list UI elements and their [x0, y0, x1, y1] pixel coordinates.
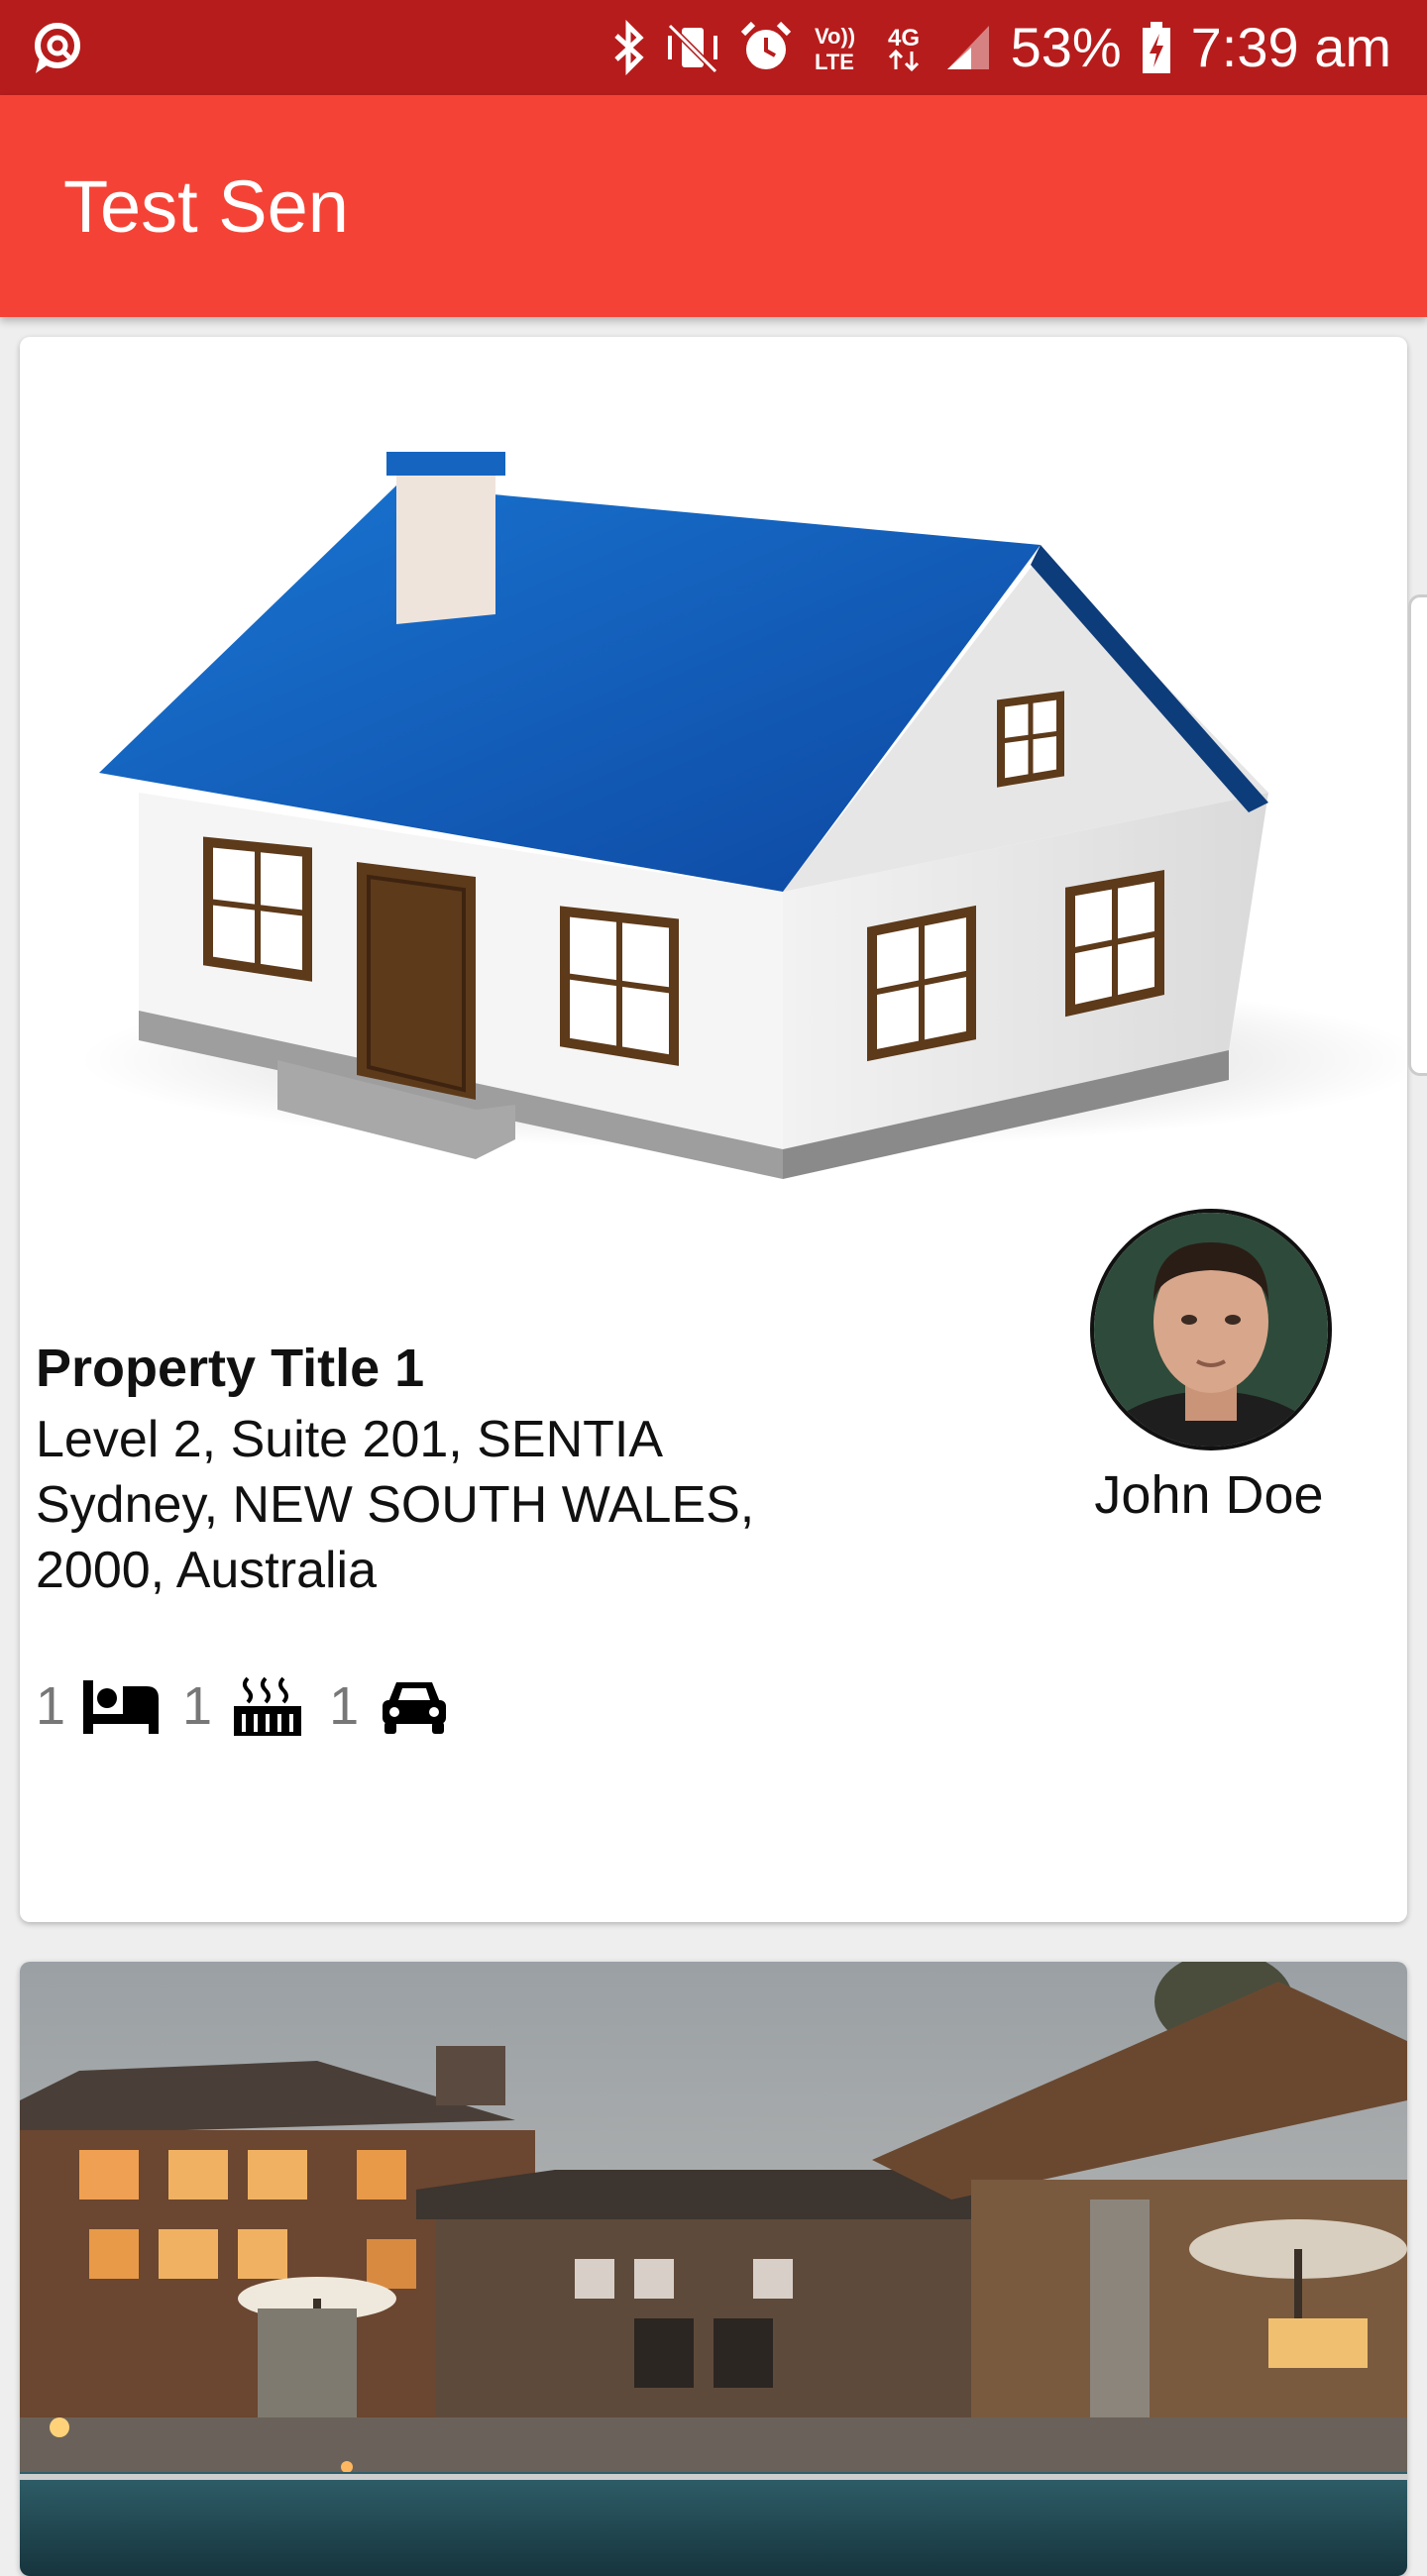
battery-charging-icon — [1142, 22, 1170, 73]
signal-icon — [946, 26, 989, 69]
battery-percent: 53% — [1010, 16, 1122, 78]
property-card[interactable] — [20, 1962, 1407, 2576]
address-line: Sydney, NEW SOUTH WALES, — [36, 1476, 755, 1534]
agent-name: John Doe — [1094, 1465, 1324, 1525]
property-address: Level 2, Suite 201, SENTIA Sydney, NEW S… — [36, 1407, 928, 1603]
vibrate-icon — [667, 23, 717, 74]
status-bar: Vo)) LTE 4G 53% 7:39 am — [0, 0, 1427, 95]
property-features: 1 1 1 — [36, 1674, 462, 1738]
bedroom-count: 1 — [36, 1676, 66, 1736]
side-drawer-handle[interactable] — [1408, 594, 1427, 1076]
bathroom-count: 1 — [182, 1676, 213, 1736]
svg-text:Vo)): Vo)) — [815, 24, 855, 49]
clock: 7:39 am — [1190, 16, 1391, 78]
parking-count: 1 — [329, 1676, 360, 1736]
app-title: Test Sen — [63, 165, 349, 248]
alarm-icon — [740, 21, 791, 69]
address-line: 2000, Australia — [36, 1542, 378, 1599]
volte-icon: Vo)) LTE — [815, 24, 855, 74]
app-bar: Test Sen — [0, 95, 1427, 317]
property-card[interactable]: John Doe Property Title 1 Level 2, Suite… — [20, 337, 1407, 1922]
svg-text:4G: 4G — [888, 25, 920, 52]
property-image — [20, 1962, 1407, 2576]
4g-icon: 4G — [888, 25, 920, 72]
bluetooth-icon — [613, 20, 644, 75]
car-icon — [383, 1682, 447, 1734]
agent-info[interactable]: John Doe — [1090, 1209, 1332, 1526]
property-title: Property Title 1 — [36, 1339, 425, 1398]
bed-icon — [83, 1680, 160, 1734]
svg-text:LTE: LTE — [815, 50, 854, 74]
bath-icon — [234, 1676, 302, 1736]
chat-search-icon — [35, 23, 80, 73]
address-line: Level 2, Suite 201, SENTIA — [36, 1411, 664, 1468]
agent-avatar[interactable] — [1090, 1209, 1332, 1450]
